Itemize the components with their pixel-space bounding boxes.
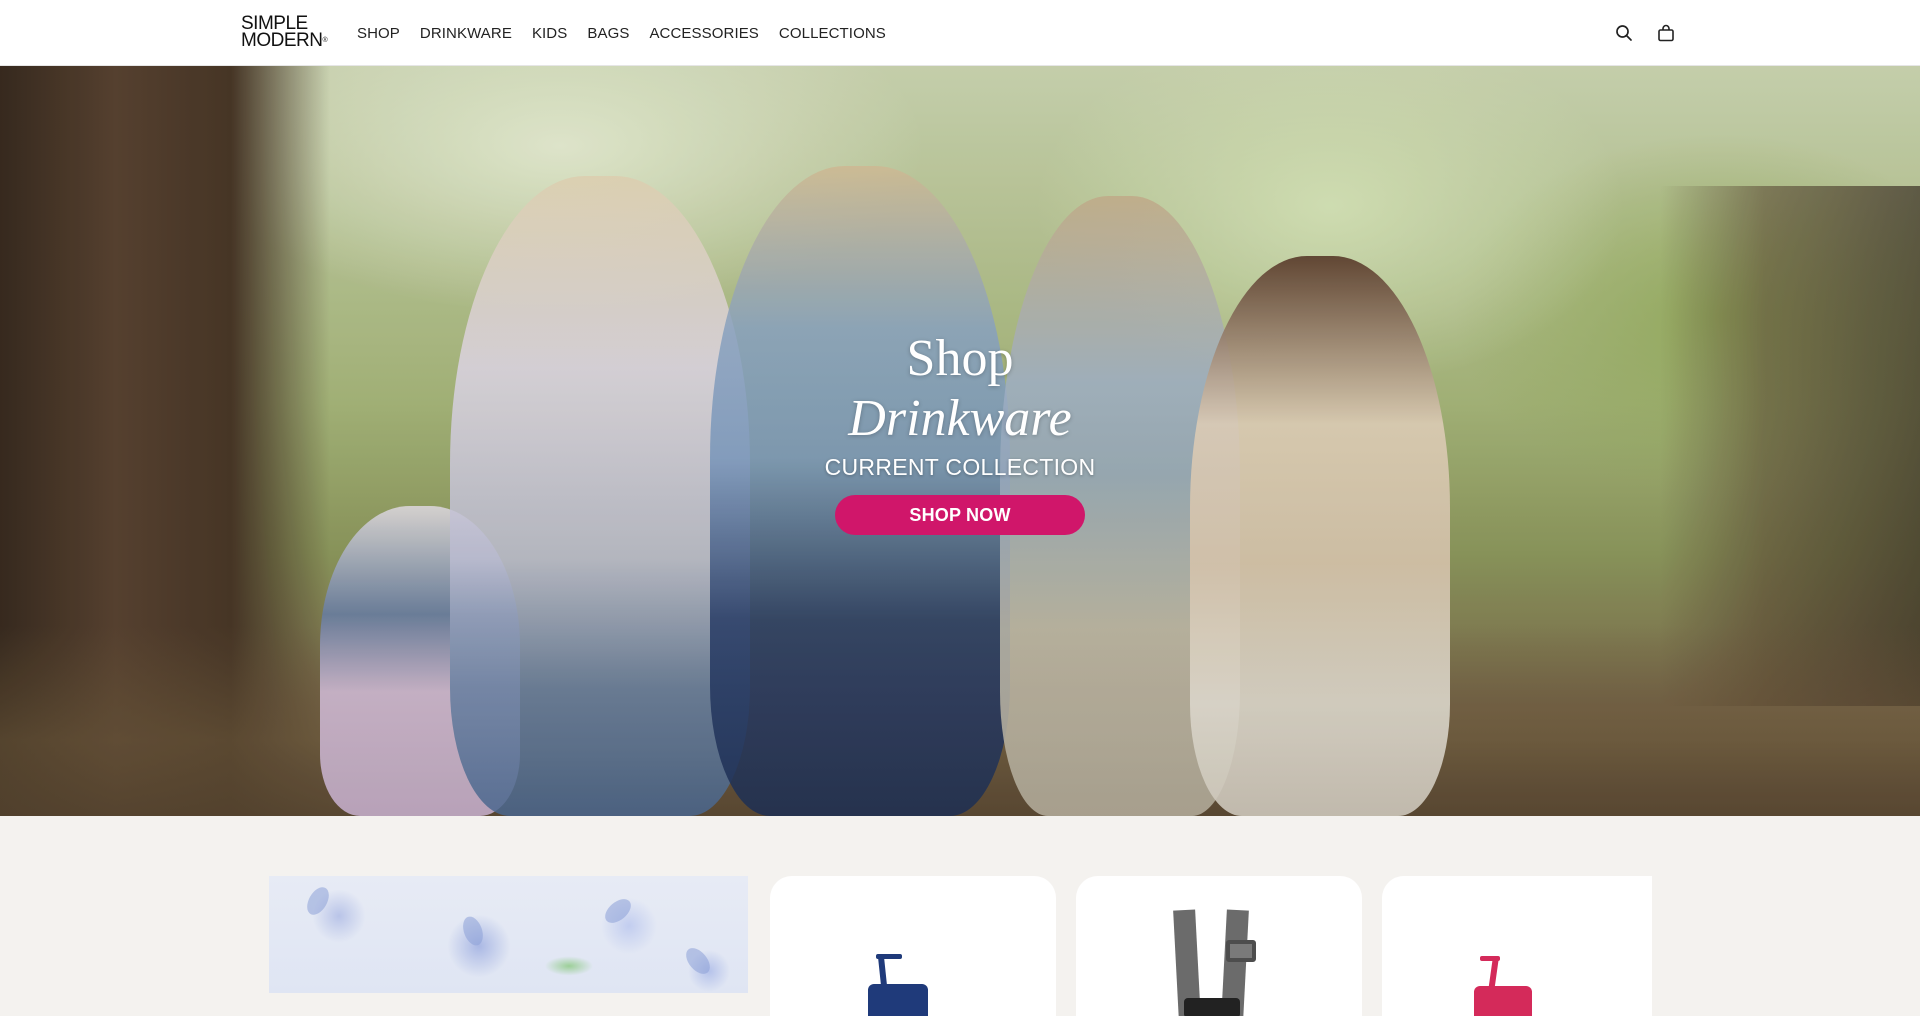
- bag-body: [1184, 998, 1240, 1016]
- shopping-bag-icon: [1658, 24, 1674, 42]
- nav-item-collections[interactable]: COLLECTIONS: [779, 25, 886, 42]
- tumbler-straw-top: [1480, 956, 1500, 961]
- hero-content: Shop Drinkware CURRENT COLLECTION SHOP N…: [0, 330, 1920, 535]
- cart-button[interactable]: [1654, 21, 1678, 45]
- search-icon: [1616, 25, 1632, 41]
- site-header: SIMPLE MODERN® SHOP DRINKWARE KIDS BAGS …: [0, 0, 1920, 66]
- tumbler-straw-top: [876, 954, 902, 959]
- promo-floral-tile[interactable]: [269, 876, 748, 993]
- hero-banner: Shop Drinkware CURRENT COLLECTION SHOP N…: [0, 66, 1920, 816]
- product-card[interactable]: [770, 876, 1056, 1016]
- bag-strap-buckle: [1226, 940, 1256, 962]
- nav-item-bags[interactable]: BAGS: [587, 25, 629, 42]
- hero-eyebrow: CURRENT COLLECTION: [824, 454, 1096, 480]
- search-button[interactable]: [1612, 21, 1636, 45]
- product-card[interactable]: [1076, 876, 1362, 1016]
- main-nav: SHOP DRINKWARE KIDS BAGS ACCESSORIES COL…: [357, 0, 906, 66]
- floral-petal: [681, 943, 715, 979]
- hero-subtitle: Drinkware: [848, 390, 1072, 447]
- pink-tumbler: [1474, 986, 1532, 1016]
- nav-item-shop[interactable]: SHOP: [357, 25, 400, 42]
- floral-petal: [600, 894, 636, 928]
- shop-now-button[interactable]: SHOP NOW: [835, 495, 1085, 535]
- floral-petal: [459, 913, 487, 949]
- brand-logo[interactable]: SIMPLE MODERN®: [241, 14, 337, 51]
- navy-tumbler: [868, 984, 928, 1016]
- nav-item-kids[interactable]: KIDS: [532, 25, 567, 42]
- nav-item-accessories[interactable]: ACCESSORIES: [649, 25, 758, 42]
- nav-item-drinkware[interactable]: DRINKWARE: [420, 25, 512, 42]
- hero-title: Shop: [906, 330, 1014, 387]
- floral-petal: [302, 883, 334, 919]
- logo-line2: MODERN®: [241, 30, 328, 51]
- product-card[interactable]: [1382, 876, 1652, 1016]
